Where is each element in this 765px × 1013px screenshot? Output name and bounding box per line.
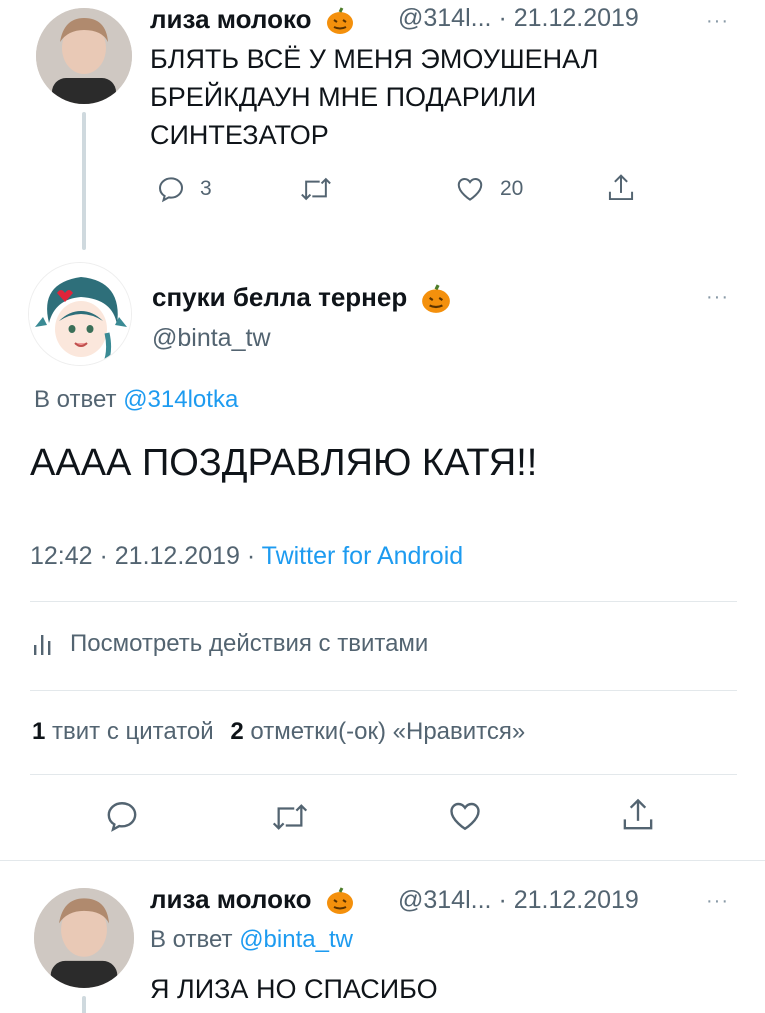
reply-context: В ответ @binta_tw — [150, 926, 353, 953]
share-button[interactable] — [620, 796, 656, 834]
engagement-stats: 1 твит с цитатой 2 отметки(-ок) «Нравитс… — [32, 718, 525, 746]
more-options-icon[interactable]: ··· — [706, 286, 729, 309]
share-icon — [608, 174, 634, 201]
tweet-text-line: БРЕЙКДАУН МНЕ ПОДАРИЛИ — [150, 82, 537, 112]
retweet-icon — [301, 177, 331, 201]
thread-line — [82, 996, 86, 1013]
avatar-bella[interactable] — [28, 262, 132, 366]
author-name[interactable]: лиза молоко — [150, 884, 355, 916]
pumpkin-icon — [326, 887, 353, 915]
author-handle[interactable]: @314l... · 21.12.2019 — [398, 4, 639, 33]
like-button[interactable]: 20 — [454, 174, 523, 204]
divider — [30, 774, 737, 775]
likes-stat[interactable]: 2 отметки(-ок) «Нравится» — [230, 718, 525, 745]
tweet-text-line: СИНТЕЗАТОР — [150, 120, 329, 150]
pumpkin-icon — [422, 284, 451, 313]
author-name[interactable]: спуки белла тернер — [152, 282, 452, 315]
tweet-datetime[interactable]: 12:42 · 21.12.2019 · — [30, 542, 255, 570]
divider — [30, 601, 737, 602]
reply-to-link[interactable]: @314lotka — [123, 386, 238, 413]
quote-tweets-stat[interactable]: 1 твит с цитатой — [32, 718, 220, 745]
tweet-date[interactable]: · 21.12.2019 — [498, 4, 638, 32]
author-handle[interactable]: @binta_tw — [152, 324, 271, 353]
share-button[interactable] — [606, 172, 636, 204]
thread-line — [82, 112, 86, 250]
reply-icon — [158, 177, 184, 203]
reply-button[interactable] — [104, 798, 140, 834]
avatar-liza[interactable] — [36, 8, 132, 104]
reply-button[interactable]: 3 — [156, 174, 212, 204]
divider — [30, 690, 737, 691]
like-count: 20 — [500, 177, 524, 200]
more-options-icon[interactable]: ··· — [706, 890, 729, 913]
pumpkin-icon — [326, 7, 353, 35]
activity-icon — [34, 635, 51, 655]
tweet-activity-link[interactable]: Посмотреть действия с твитами — [32, 630, 428, 658]
more-options-icon[interactable]: ··· — [706, 10, 729, 33]
tweet-text: Я ЛИЗА НО СПАСИБО — [150, 974, 438, 1004]
avatar-liza[interactable] — [34, 888, 134, 988]
quote-label: твит с цитатой — [52, 718, 214, 745]
reply-context: В ответ @314lotka — [34, 386, 239, 413]
quote-count: 1 — [32, 718, 46, 745]
author-name[interactable]: лиза молоко — [150, 4, 355, 36]
reply-icon — [107, 802, 137, 832]
like-button[interactable] — [446, 798, 484, 834]
author-handle[interactable]: @314l... · 21.12.2019 — [398, 886, 639, 915]
retweet-button[interactable] — [270, 800, 310, 834]
retweet-icon — [272, 804, 308, 830]
timestamp: 12:42 · 21.12.2019 · Twitter for Android — [30, 542, 463, 571]
activity-label: Посмотреть действия с твитами — [70, 630, 429, 657]
like-icon — [450, 802, 480, 831]
reply-count: 3 — [200, 177, 212, 200]
tweet-text-line: БЛЯТЬ ВСЁ У МЕНЯ ЭМОУШЕНАЛ — [150, 44, 599, 74]
source-link[interactable]: Twitter for Android — [262, 542, 463, 570]
tweet-date[interactable]: · 21.12.2019 — [498, 886, 638, 914]
share-icon — [623, 798, 653, 830]
tweet-text: БЛЯТЬ ВСЁ У МЕНЯ ЭМОУШЕНАЛ БРЕЙКДАУН МНЕ… — [150, 40, 598, 154]
section-separator — [0, 860, 765, 861]
likes-count: 2 — [230, 718, 244, 745]
likes-label: отметки(-ок) «Нравится» — [250, 718, 526, 745]
retweet-button[interactable] — [300, 174, 332, 204]
like-icon — [457, 177, 483, 201]
reply-to-link[interactable]: @binta_tw — [239, 926, 353, 953]
tweet-text: АААА ПОЗДРАВЛЯЮ КАТЯ!! — [30, 442, 538, 484]
